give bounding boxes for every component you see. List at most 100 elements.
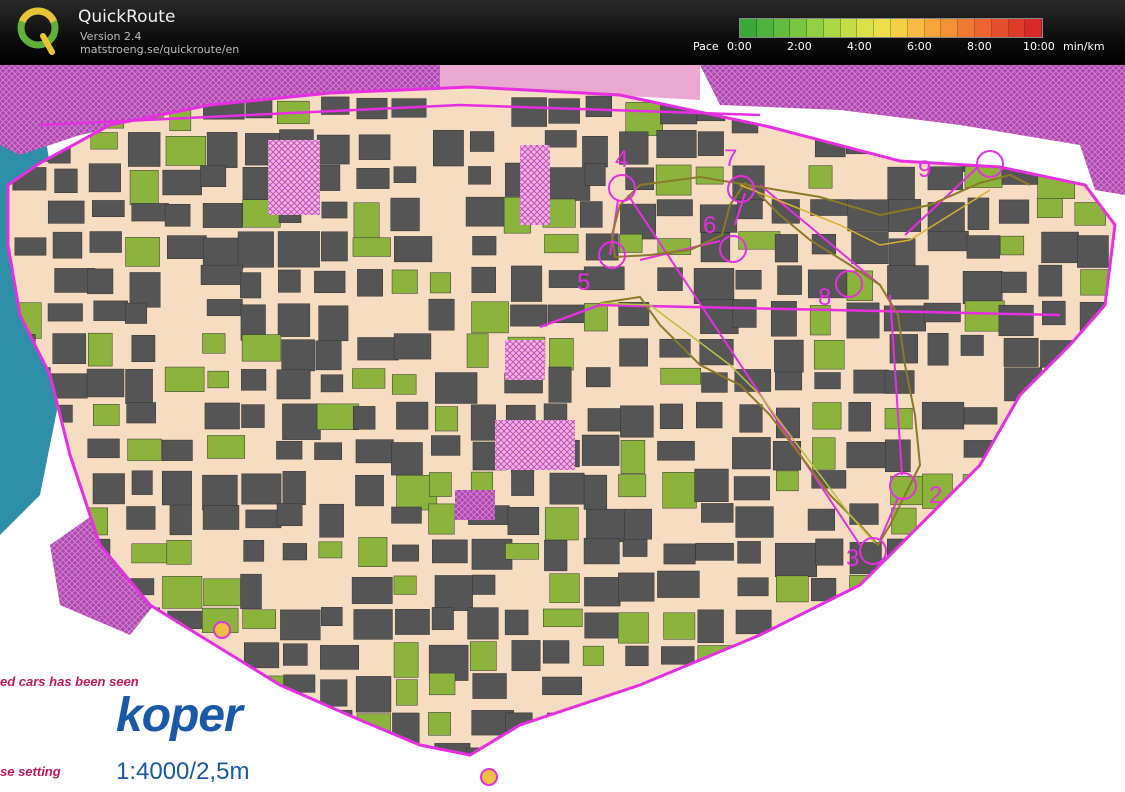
building — [696, 401, 723, 429]
building — [357, 269, 383, 297]
building — [470, 471, 493, 494]
building — [548, 98, 580, 124]
building — [851, 231, 889, 264]
building — [321, 201, 348, 219]
building — [549, 573, 580, 603]
building — [659, 403, 683, 430]
building — [126, 506, 156, 530]
building — [314, 442, 343, 460]
pace-color-segment — [756, 19, 774, 37]
building — [888, 199, 922, 232]
building — [358, 537, 388, 567]
building — [777, 265, 802, 295]
building — [93, 300, 128, 321]
building — [164, 203, 191, 227]
app-url[interactable]: matstroeng.se/quickroute/en — [80, 43, 239, 56]
building — [87, 332, 113, 367]
control-number: 4 — [615, 146, 628, 173]
building — [549, 472, 585, 505]
orienteering-map[interactable]: 2 3 4 5 6 7 8 9 — [0, 65, 1125, 792]
pace-tick: 0:00 — [727, 40, 752, 53]
building — [656, 199, 693, 217]
building — [167, 235, 207, 259]
building — [321, 231, 348, 262]
building — [998, 199, 1030, 224]
building — [166, 540, 192, 565]
building — [775, 372, 803, 391]
building — [732, 299, 757, 328]
building — [428, 503, 455, 535]
building — [735, 269, 762, 290]
pace-color-segment — [907, 19, 925, 37]
building — [1077, 235, 1109, 268]
building — [393, 642, 419, 678]
building — [697, 131, 724, 156]
building — [695, 542, 734, 561]
building — [505, 543, 539, 560]
building — [92, 200, 125, 218]
building — [470, 404, 496, 441]
pace-color-segment — [823, 19, 841, 37]
building — [466, 333, 489, 368]
building — [467, 607, 499, 640]
building — [699, 339, 734, 366]
building — [52, 333, 87, 364]
building — [465, 196, 506, 227]
building — [90, 132, 118, 150]
building — [1038, 264, 1063, 297]
building — [126, 402, 156, 424]
pace-color-segment — [941, 19, 959, 37]
building — [162, 169, 202, 196]
building — [319, 503, 344, 538]
building — [358, 134, 391, 160]
building — [320, 645, 359, 670]
building — [1003, 337, 1039, 367]
building — [431, 435, 461, 456]
app-header: QuickRoute Version 2.4 matstroeng.se/qui… — [0, 0, 1125, 65]
pace-color-segment — [874, 19, 892, 37]
building — [429, 472, 452, 497]
building — [202, 237, 244, 269]
building — [695, 166, 724, 185]
building — [353, 609, 393, 640]
building — [657, 570, 700, 598]
building — [200, 264, 243, 285]
building — [277, 303, 311, 337]
building — [241, 369, 267, 391]
building — [241, 473, 282, 505]
building — [202, 474, 238, 511]
building — [47, 200, 85, 224]
pace-color-segment — [1025, 19, 1043, 37]
building — [396, 679, 418, 706]
building — [87, 268, 114, 295]
building — [735, 609, 772, 635]
building — [921, 401, 965, 430]
building — [469, 131, 495, 152]
building — [887, 265, 929, 300]
building — [244, 642, 280, 669]
building — [543, 608, 583, 627]
building — [276, 503, 303, 527]
building — [660, 367, 701, 385]
building — [774, 339, 804, 373]
building — [241, 404, 265, 428]
building — [54, 168, 78, 194]
pace-color-segment — [840, 19, 858, 37]
building — [428, 712, 451, 736]
map-title: koper — [116, 689, 243, 742]
building — [202, 333, 226, 354]
building — [93, 404, 120, 426]
building — [960, 334, 984, 356]
control-number: 8 — [818, 284, 831, 311]
building — [962, 271, 1003, 305]
building — [276, 369, 311, 400]
building — [583, 474, 608, 510]
building — [471, 301, 509, 334]
building — [511, 640, 541, 672]
building — [846, 302, 880, 339]
building — [472, 673, 507, 699]
building — [887, 166, 915, 200]
building — [1036, 198, 1063, 218]
building — [131, 470, 153, 495]
building — [320, 679, 348, 707]
